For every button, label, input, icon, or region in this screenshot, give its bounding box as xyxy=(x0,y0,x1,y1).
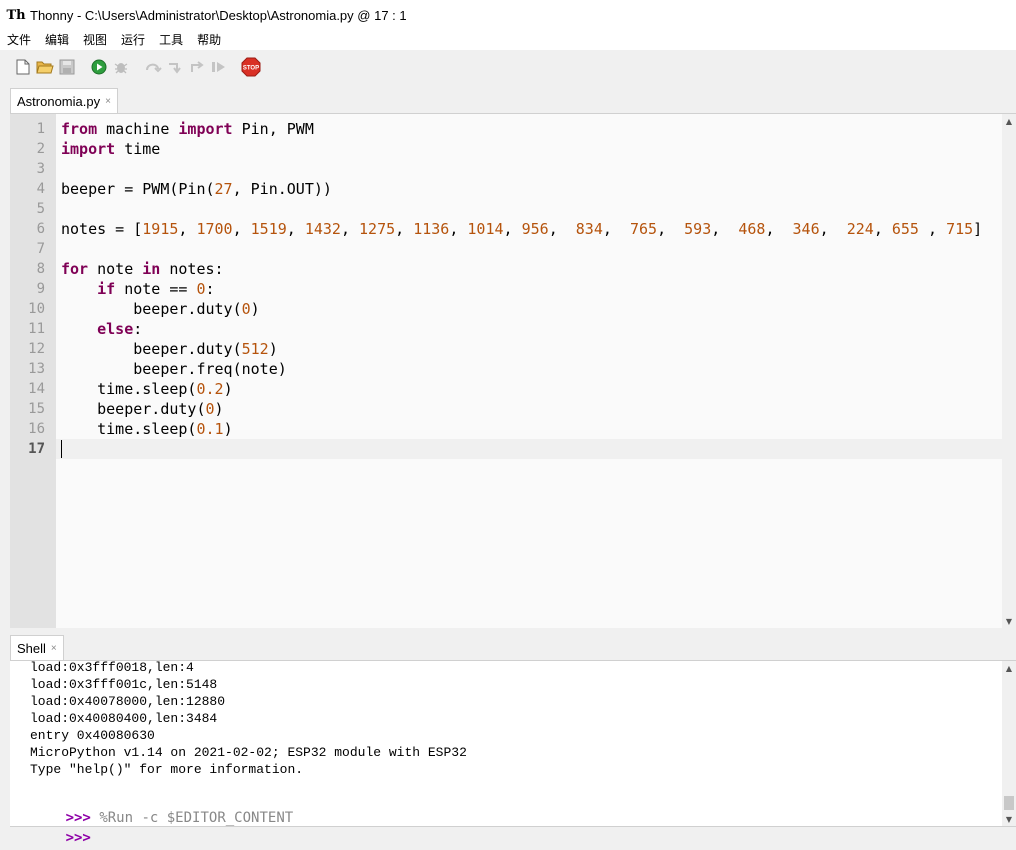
run-icon xyxy=(91,59,107,75)
tab-astronomia-py[interactable]: Astronomia.py × xyxy=(10,88,118,113)
open-file-button[interactable] xyxy=(34,56,56,78)
scroll-down-icon[interactable]: ▼ xyxy=(1002,614,1016,628)
line-number: 14 xyxy=(28,381,45,397)
step-over-icon xyxy=(146,63,162,73)
code-line: time.sleep(0.1) xyxy=(61,420,233,438)
scroll-up-icon[interactable]: ▲ xyxy=(1002,114,1016,128)
scroll-thumb[interactable] xyxy=(1004,796,1014,810)
shell-console[interactable]: >>> %Run -c $EDITOR_CONTENT >>> ▲ ▼ load… xyxy=(10,660,1016,846)
tab-label: Shell xyxy=(17,640,46,656)
menu-tools[interactable]: 工具 xyxy=(152,30,190,50)
line-number: 17 xyxy=(28,441,45,457)
menu-file[interactable]: 文件 xyxy=(0,30,38,50)
shell-output-line: load:0x3fff001c,len:5148 xyxy=(30,677,218,692)
step-into-button[interactable] xyxy=(164,56,186,78)
shell-input-line[interactable]: >>> xyxy=(15,808,99,846)
code-text-area[interactable]: from machine import Pin, PWM import time b… xyxy=(56,114,1002,628)
line-number: 6 xyxy=(36,221,45,237)
code-line: import time xyxy=(61,140,161,158)
line-number: 9 xyxy=(36,281,45,297)
line-number: 3 xyxy=(36,161,45,177)
close-icon[interactable]: × xyxy=(105,96,111,107)
menu-view[interactable]: 视图 xyxy=(76,30,114,50)
bug-icon xyxy=(114,63,128,74)
new-file-icon xyxy=(16,59,30,75)
code-line: else: xyxy=(97,320,143,338)
code-line: beeper.duty(512) xyxy=(61,340,278,358)
line-number: 15 xyxy=(28,401,45,417)
line-number: 2 xyxy=(36,141,45,157)
title-bar: Th Thonny - C:\Users\Administrator\Deskt… xyxy=(0,0,1016,30)
shell-last-command: %Run -c $EDITOR_CONTENT xyxy=(99,810,294,826)
run-button[interactable] xyxy=(88,56,110,78)
line-number: 7 xyxy=(36,241,45,257)
toolbar: STOP xyxy=(0,50,1016,84)
line-number: 16 xyxy=(28,421,45,437)
text-cursor xyxy=(61,440,62,458)
step-over-button[interactable] xyxy=(142,56,164,78)
new-file-button[interactable] xyxy=(12,56,34,78)
line-number: 13 xyxy=(28,361,45,377)
shell-output-line: Type "help()" for more information. xyxy=(30,762,304,777)
step-out-icon xyxy=(191,61,204,72)
menu-bar: 文件 编辑 视图 运行 工具 帮助 xyxy=(0,30,1016,50)
code-line: beeper.duty(0) xyxy=(61,300,260,318)
line-number: 4 xyxy=(36,181,45,197)
scroll-down-icon[interactable]: ▼ xyxy=(1002,812,1016,826)
code-line: if note == 0: xyxy=(97,280,215,298)
line-number: 1 xyxy=(36,121,45,137)
line-number: 12 xyxy=(28,341,45,357)
code-line: beeper.freq(note) xyxy=(61,360,287,378)
code-line: notes = [1915, 1700, 1519, 1432, 1275, 1… xyxy=(61,220,983,238)
menu-edit[interactable]: 编辑 xyxy=(38,30,76,50)
stop-icon: STOP xyxy=(241,57,261,77)
shell-output-line: load:0x40078000,len:12880 xyxy=(30,694,226,709)
folder-open-icon xyxy=(36,61,54,74)
code-line: for note in notes: xyxy=(61,260,224,278)
shell-vertical-scrollbar[interactable]: ▲ ▼ xyxy=(1002,661,1016,826)
resume-button[interactable] xyxy=(208,56,230,78)
line-number: 11 xyxy=(28,321,45,337)
stop-button[interactable]: STOP xyxy=(240,56,262,78)
resume-icon xyxy=(212,62,225,72)
svg-text:STOP: STOP xyxy=(243,66,259,72)
editor-tab-bar: Astronomia.py × xyxy=(0,88,1016,113)
step-out-button[interactable] xyxy=(186,56,208,78)
shell-command-line: >>> %Run -c $EDITOR_CONTENT xyxy=(15,788,294,826)
editor-vertical-scrollbar[interactable]: ▲ ▼ xyxy=(1002,114,1016,628)
thonny-window: Th Thonny - C:\Users\Administrator\Deskt… xyxy=(0,0,1016,850)
save-icon xyxy=(59,59,75,75)
line-number: 10 xyxy=(28,301,45,317)
line-number: 5 xyxy=(36,201,45,217)
code-editor[interactable]: 1 2 3 4 5 6 7 8 9 10 11 12 13 14 15 16 17 from machine i… xyxy=(10,113,1016,628)
code-line: from machine import Pin, PWM xyxy=(61,120,314,138)
code-line: beeper.duty(0) xyxy=(61,400,224,418)
tab-shell[interactable]: Shell × xyxy=(10,635,64,660)
shell-output-line: load:0x3fff0018,len:4 xyxy=(30,660,194,675)
current-line-highlight xyxy=(56,439,1002,459)
shell-prompt: >>> xyxy=(65,830,91,846)
thonny-logo-icon: Th xyxy=(6,7,26,23)
save-button[interactable] xyxy=(56,56,78,78)
close-icon[interactable]: × xyxy=(51,643,57,654)
line-number: 8 xyxy=(36,261,45,277)
code-line: beeper = PWM(Pin(27, Pin.OUT)) xyxy=(61,180,332,198)
shell-tab-bar: Shell × xyxy=(0,635,1016,660)
code-line: time.sleep(0.2) xyxy=(61,380,233,398)
tab-label: Astronomia.py xyxy=(17,93,101,109)
window-title: Thonny - C:\Users\Administrator\Desktop\… xyxy=(30,7,407,23)
shell-output-line: MicroPython v1.14 on 2021-02-02; ESP32 m… xyxy=(30,745,467,760)
step-into-icon xyxy=(169,63,181,74)
line-number-gutter: 1 2 3 4 5 6 7 8 9 10 11 12 13 14 15 16 17 xyxy=(10,114,56,628)
shell-output-line: entry 0x40080630 xyxy=(30,728,155,743)
scroll-up-icon[interactable]: ▲ xyxy=(1002,661,1016,675)
shell-output-line: load:0x40080400,len:3484 xyxy=(30,711,218,726)
debug-button[interactable] xyxy=(110,56,132,78)
menu-help[interactable]: 帮助 xyxy=(190,30,228,50)
menu-run[interactable]: 运行 xyxy=(114,30,152,50)
